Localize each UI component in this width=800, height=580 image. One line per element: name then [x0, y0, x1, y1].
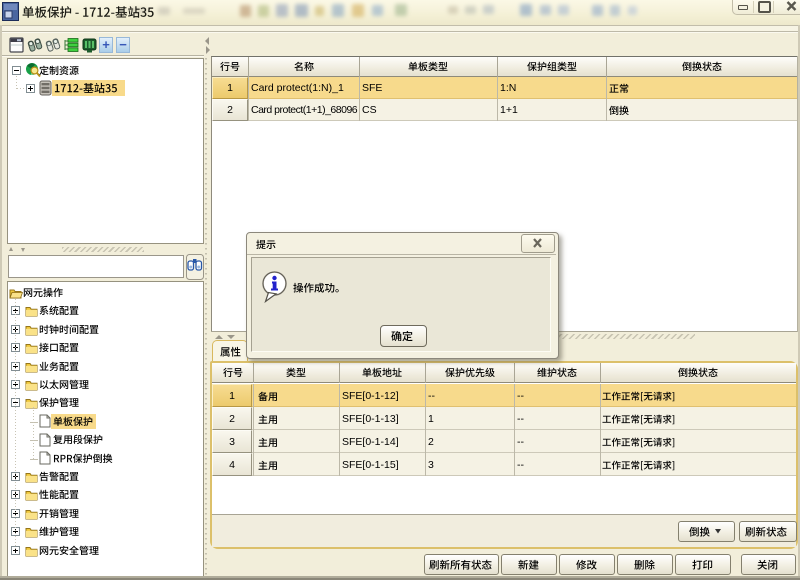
svg-text:+: +: [102, 37, 110, 52]
svg-text:−: −: [119, 37, 127, 52]
